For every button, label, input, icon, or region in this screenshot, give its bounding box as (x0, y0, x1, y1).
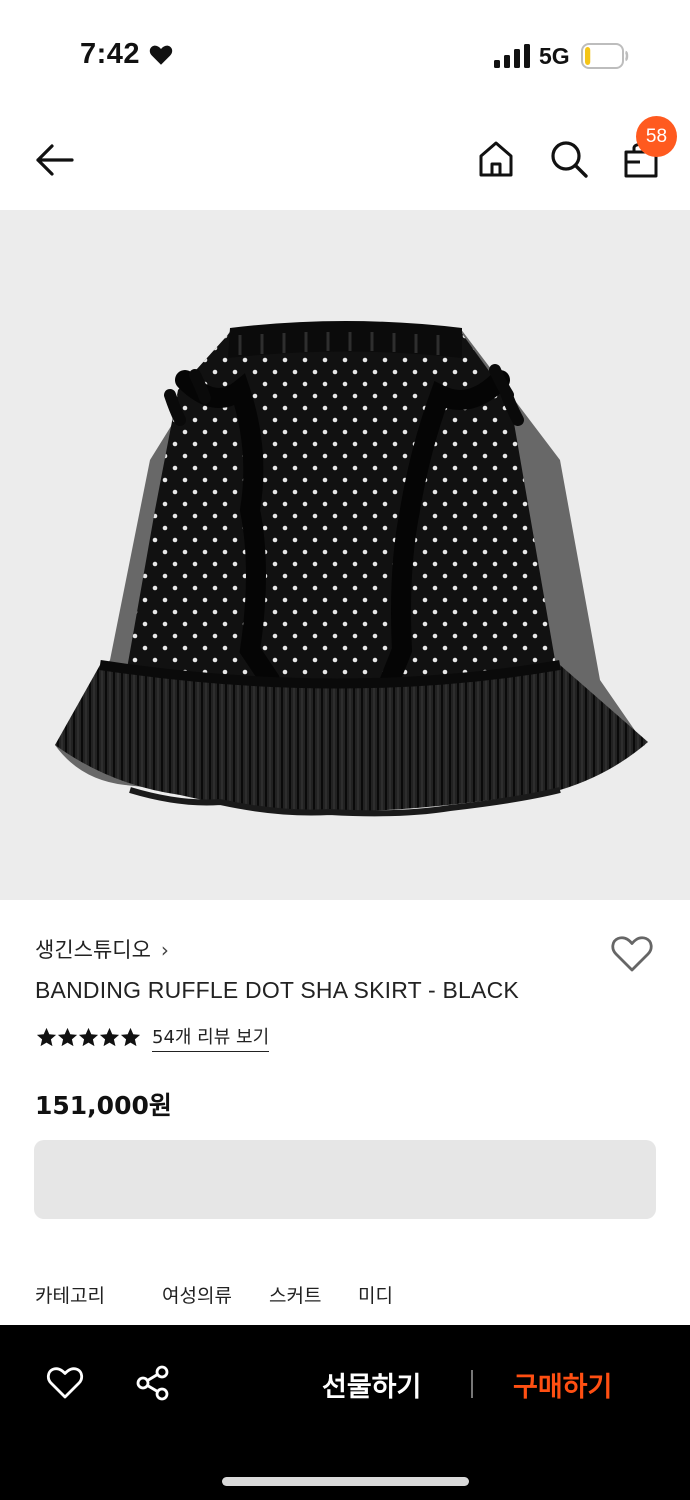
product-image[interactable] (0, 210, 690, 900)
category-item-midi[interactable]: 미디 (358, 1281, 393, 1308)
brand-link[interactable]: 생긴스튜디오 › (35, 934, 169, 964)
product-price: 151,000원 (35, 1091, 172, 1120)
gift-button[interactable]: 선물하기 (322, 1365, 421, 1404)
category-item-womens-clothing[interactable]: 여성의류 (162, 1281, 232, 1308)
back-arrow-icon[interactable] (30, 138, 78, 182)
battery-icon (581, 43, 629, 69)
chevron-right-icon: › (160, 938, 169, 962)
share-icon[interactable] (135, 1365, 171, 1401)
category-item-skirt[interactable]: 스커트 (269, 1281, 321, 1308)
star-icon (36, 1027, 57, 1046)
review-link[interactable]: 54개 리뷰 보기 (152, 1023, 270, 1052)
skirt-photo (55, 321, 648, 817)
star-icon (120, 1027, 141, 1046)
bottom-action-bar: 선물하기 구매하기 (0, 1325, 690, 1500)
wishlist-heart-icon[interactable] (610, 934, 654, 974)
like-heart-icon[interactable] (46, 1365, 84, 1401)
category-label: 카테고리 (35, 1285, 105, 1307)
status-bar: 7:42 5G (0, 0, 690, 110)
buy-button[interactable]: 구매하기 (513, 1365, 612, 1404)
divider (471, 1370, 473, 1398)
top-nav-bar (0, 110, 690, 210)
star-icon (57, 1027, 78, 1046)
cart-count-badge: 58 (636, 116, 677, 157)
star-icon (78, 1027, 99, 1046)
home-indicator[interactable] (222, 1477, 469, 1486)
status-time: 7:42 (80, 38, 141, 70)
rating-row: 54개 리뷰 보기 (35, 1022, 270, 1052)
product-name: BANDING RUFFLE DOT SHA SKIRT - BLACK (35, 977, 519, 1003)
star-rating (35, 1026, 141, 1049)
star-icon (99, 1027, 120, 1046)
heart-icon (149, 45, 173, 65)
search-icon[interactable] (548, 138, 590, 180)
network-label: 5G (539, 43, 570, 69)
signal-icon (494, 44, 530, 68)
brand-name: 생긴스튜디오 (35, 938, 151, 962)
option-select-box[interactable] (34, 1140, 656, 1219)
home-icon[interactable] (476, 138, 516, 180)
